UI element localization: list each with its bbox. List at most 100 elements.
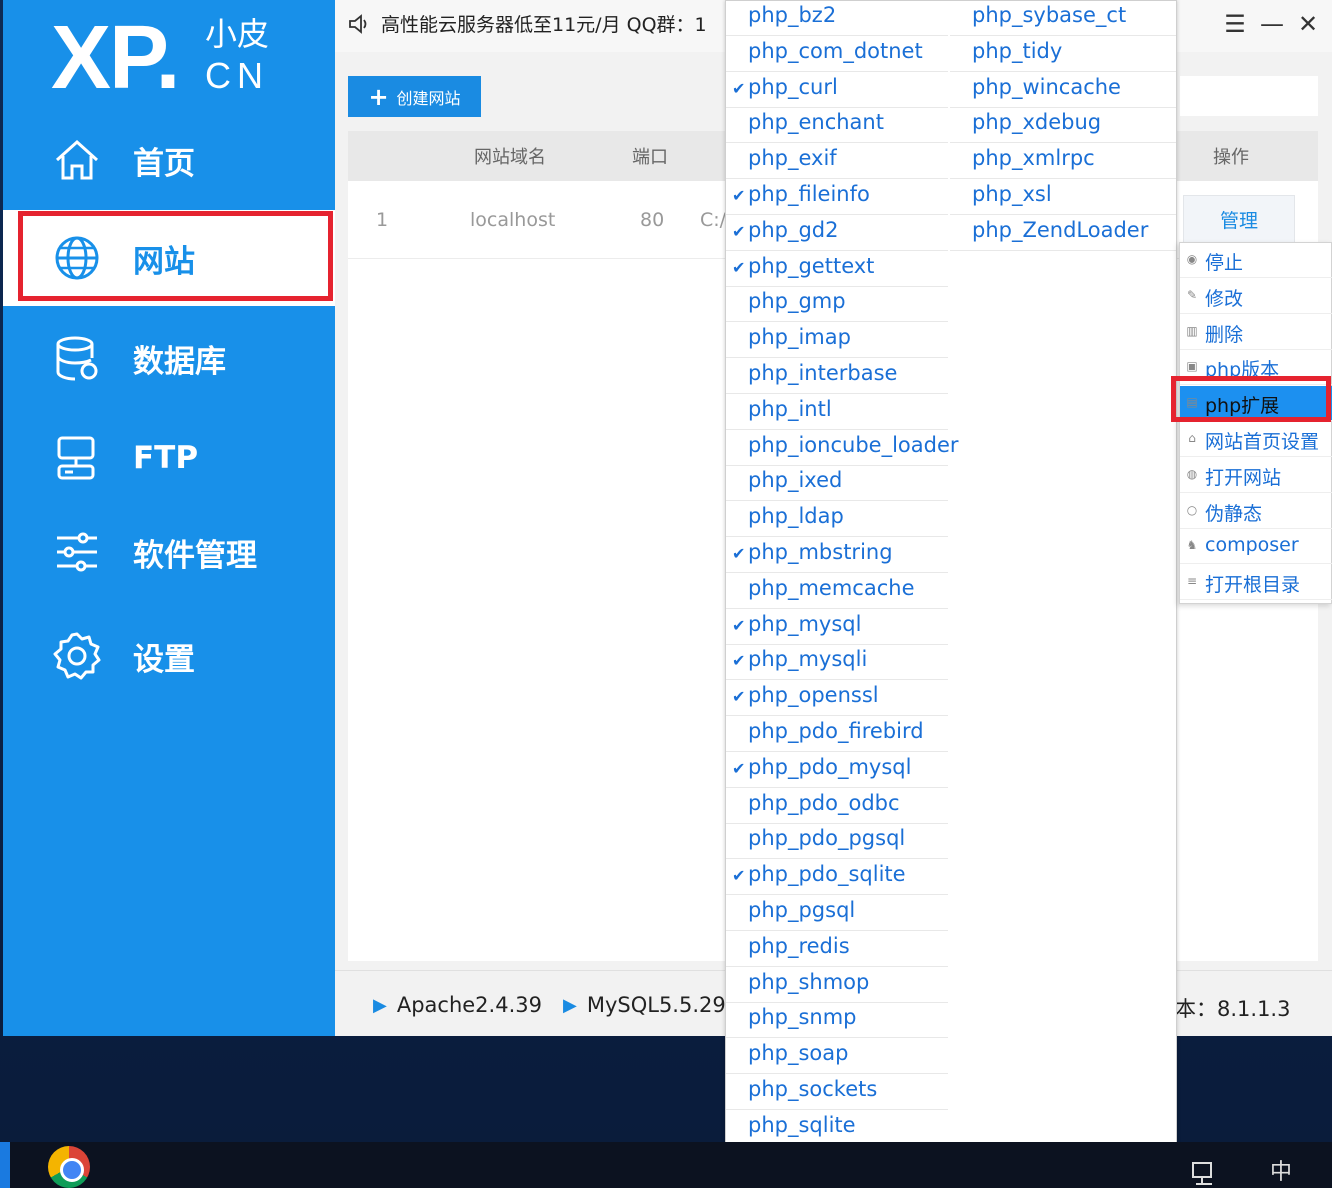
stop-icon: ◉ [1186,252,1198,266]
checkmark-icon: ✔ [732,544,746,563]
sidebar-item-ftp[interactable]: FTP [3,410,335,506]
extension-item[interactable]: php_bz2 [726,1,948,36]
sidebar-item-website[interactable]: 网站 [3,210,335,306]
extension-item[interactable]: php_tidy [950,37,1176,72]
php-extension-icon: ▤ [1186,395,1198,410]
extension-name: php_enchant [748,110,884,135]
sidebar-item-software[interactable]: 软件管理 [3,504,335,600]
extension-item[interactable]: php_ZendLoader [950,216,1176,251]
checkmark-icon: ✔ [732,758,746,778]
extension-item[interactable]: php_enchant [726,108,948,144]
app-logo: XP. 小皮 CN [51,8,291,108]
extension-name: php_pdo_firebird [748,719,924,743]
extension-item[interactable]: ✔ php_gettext [726,252,948,287]
context-menu-item[interactable]: ▣ php版本 [1180,350,1332,386]
extension-item[interactable]: php_soap [726,1039,948,1075]
context-menu-label: php版本 [1205,359,1280,382]
extension-item[interactable]: php_ioncube_loader [726,431,959,466]
extension-item[interactable]: php_exif [726,144,948,180]
extension-item[interactable]: ✔ php_curl [726,73,948,108]
extension-item[interactable]: php_wincache [950,73,1176,108]
extension-name: php_curl [748,74,838,99]
context-menu-label: 修改 [1205,287,1244,310]
context-menu-item[interactable]: ♞ composer [1180,529,1332,565]
extension-item[interactable]: php_redis [726,932,948,967]
extension-item[interactable]: php_com_dotnet [726,37,948,72]
extension-item[interactable]: php_pgsql [726,896,948,931]
context-menu-item[interactable]: ○ 伪静态 [1180,494,1332,529]
network-icon[interactable] [1190,1160,1218,1188]
context-menu-item[interactable]: ≡ 打开根目录 [1180,565,1332,601]
version-text: 本：8.1.1.3 [1175,997,1291,1021]
start-button[interactable] [0,1142,10,1188]
context-menu-label: 打开根目录 [1205,574,1301,597]
extension-item[interactable]: php_ldap [726,502,948,538]
extension-item[interactable]: ✔ php_gd2 [726,216,948,251]
chrome-icon[interactable] [48,1146,90,1188]
extension-item[interactable]: php_memcache [726,574,948,609]
search-input[interactable] [1180,76,1318,116]
extension-name: php_pdo_mysql [748,754,912,779]
extension-item[interactable]: php_ixed [726,466,948,502]
extension-item[interactable]: php_xsl [950,180,1176,215]
extension-name: php_mysql [748,611,862,636]
checkmark-icon: ✔ [732,651,746,671]
service-label: Apache2.4.39 [396,993,542,1017]
extension-item[interactable]: php_xdebug [950,108,1176,144]
extension-item[interactable]: php_imap [726,323,948,359]
context-menu-label: 伪静态 [1205,502,1263,525]
extension-name: php_gmp [748,289,846,314]
extension-item[interactable]: php_sockets [726,1075,948,1110]
extension-name: php_shmop [748,969,870,994]
extension-item[interactable]: php_sqlite [726,1111,948,1146]
extension-item[interactable]: ✔ php_pdo_mysql [726,753,948,788]
sidebar-item-label: 首页 [133,145,195,182]
extension-item[interactable]: ✔ php_fileinfo [726,180,948,215]
sidebar-item-home[interactable]: 首页 [3,112,335,208]
play-icon: ▶ [373,994,387,1016]
extension-item[interactable]: php_pdo_pgsql [726,824,948,860]
service-apache[interactable]: ▶ Apache2.4.39 [373,993,542,1017]
extension-item[interactable]: php_intl [726,395,948,430]
checkmark-icon: ✔ [732,78,746,98]
extension-item[interactable]: ✔ php_pdo_sqlite [726,860,948,896]
extension-item[interactable]: php_gmp [726,287,948,323]
checkmark-icon: ✔ [732,257,746,277]
extension-name: php_xdebug [972,110,1102,135]
context-menu-item[interactable]: ✎ 修改 [1180,279,1332,314]
extension-item[interactable]: ✔ php_openssl [726,681,948,717]
context-menu-item[interactable]: ⌂ 网站首页设置 [1180,422,1332,457]
checkmark-icon: ✔ [732,687,746,707]
context-menu-item[interactable]: ◍ 打开网站 [1180,458,1332,493]
extension-item[interactable]: php_pdo_firebird [726,717,948,752]
browser-icon: ◍ [1186,466,1198,481]
minimize-button[interactable]: — [1257,10,1287,38]
sidebar-item-settings[interactable]: 设置 [3,608,335,704]
sidebar-item-database[interactable]: 数据库 [3,310,335,406]
extension-item[interactable]: php_interbase [726,359,948,394]
context-menu-label: 网站首页设置 [1205,431,1320,453]
ime-indicator[interactable]: 中 [1270,1154,1292,1186]
extension-item[interactable]: ✔ php_mbstring [726,538,948,573]
extension-item[interactable]: php_snmp [726,1003,948,1039]
context-menu-item[interactable]: ◉ 停止 [1180,243,1332,278]
create-website-button[interactable]: + 创建网站 [348,76,481,117]
menu-icon[interactable]: ☰ [1220,10,1250,38]
extension-item[interactable]: php_xmlrpc [950,144,1176,180]
close-button[interactable]: ✕ [1293,10,1323,38]
extension-name: php_fileinfo [748,182,870,206]
extension-item[interactable]: php_sybase_ct [950,1,1176,36]
taskbar: 中 [0,1142,1332,1188]
announcement[interactable]: 高性能云服务器低至11元/月 QQ群：1 [347,10,707,37]
extension-name: php_sockets [748,1077,878,1101]
context-menu-item[interactable]: ▥ 删除 [1180,315,1332,350]
extension-name: php_pdo_sqlite [748,862,906,887]
extension-item[interactable]: php_pdo_odbc [726,789,948,824]
extension-item[interactable]: ✔ php_mysql [726,610,948,645]
extension-item[interactable]: ✔ php_mysqli [726,645,948,681]
manage-button[interactable]: 管理 [1183,195,1295,243]
extension-item[interactable]: php_shmop [726,968,948,1003]
context-menu-item[interactable]: ▤ php扩展 [1180,386,1332,422]
trash-icon: ▥ [1186,323,1198,338]
service-mysql[interactable]: ▶ MySQL5.5.29 [563,993,726,1017]
